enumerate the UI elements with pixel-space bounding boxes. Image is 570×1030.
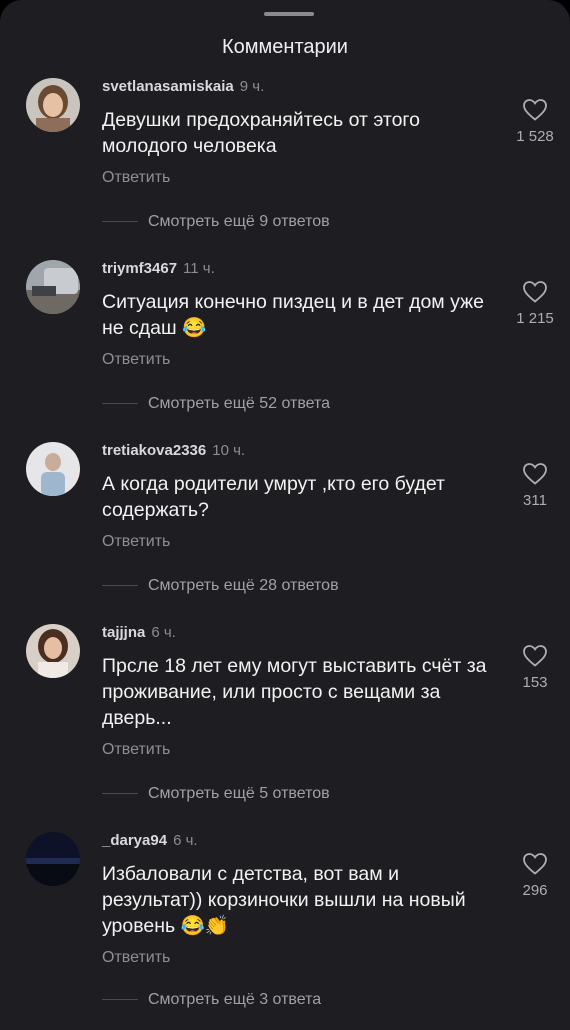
reply-button[interactable]: Ответить bbox=[102, 169, 170, 187]
comment-username[interactable]: tretiakova2336 bbox=[102, 442, 206, 459]
like-count: 296 bbox=[522, 882, 548, 899]
comment-text: Ситуация конечно пиздец и в дет дом уже … bbox=[102, 289, 492, 341]
view-more-label: Смотреть ещё 3 ответа bbox=[148, 991, 322, 1008]
view-more-replies[interactable]: Смотреть ещё 28 ответов bbox=[102, 577, 339, 595]
like-count: 1 215 bbox=[516, 310, 554, 327]
like-count: 311 bbox=[523, 492, 547, 509]
reply-button[interactable]: Ответить bbox=[102, 533, 170, 551]
view-more-label: Смотреть ещё 28 ответов bbox=[148, 577, 339, 594]
divider-line bbox=[102, 221, 138, 223]
comments-sheet: Комментарии svetlanasamiskaia 9 ч. Девушк… bbox=[0, 0, 570, 1030]
heart-icon bbox=[523, 99, 547, 121]
comment-text: Прсле 18 лет ему могут выставить счёт за… bbox=[102, 653, 492, 731]
comment-text-content: Девушки предохраняйтесь от этого молодог… bbox=[102, 109, 420, 157]
divider-line bbox=[102, 403, 138, 405]
comment-text: А когда родители умрут ,кто его будет со… bbox=[102, 471, 492, 523]
sheet-title: Комментарии bbox=[222, 36, 348, 58]
comment-meta: triymf3467 11 ч. bbox=[102, 260, 215, 277]
user-avatar-icon[interactable] bbox=[26, 78, 80, 132]
view-more-label: Смотреть ещё 52 ответа bbox=[148, 395, 331, 412]
view-more-replies[interactable]: Смотреть ещё 9 ответов bbox=[102, 213, 330, 231]
like-button[interactable]: 296 bbox=[505, 852, 565, 899]
like-button[interactable]: 311 bbox=[505, 462, 565, 509]
heart-icon bbox=[523, 853, 547, 875]
user-avatar-icon[interactable] bbox=[26, 624, 80, 678]
like-button[interactable]: 1 528 bbox=[505, 98, 565, 145]
comment-text-content: А когда родители умрут ,кто его будет со… bbox=[102, 473, 445, 521]
heart-icon bbox=[523, 463, 547, 485]
comment-time: 9 ч. bbox=[239, 78, 265, 95]
comment-text-content: Избаловали с детства, вот вам и результа… bbox=[102, 863, 466, 937]
comment-text-content: Ситуация конечно пиздец и в дет дом уже … bbox=[102, 291, 484, 339]
divider-line bbox=[102, 793, 138, 795]
comment-time: 6 ч. bbox=[173, 832, 198, 849]
like-count: 153 bbox=[522, 674, 548, 691]
user-avatar-icon[interactable] bbox=[26, 442, 80, 496]
like-count: 1 528 bbox=[516, 128, 554, 145]
user-avatar-icon[interactable] bbox=[26, 260, 80, 314]
comment-username[interactable]: svetlanasamiskaia bbox=[102, 78, 234, 95]
comment-time: 6 ч. bbox=[151, 624, 176, 641]
laughing-emoji-icon: 😂 bbox=[182, 317, 207, 339]
view-more-label: Смотреть ещё 9 ответов bbox=[148, 213, 330, 230]
comment-username[interactable]: tajjjna bbox=[102, 624, 145, 641]
reply-button[interactable]: Ответить bbox=[102, 351, 170, 369]
drag-handle[interactable] bbox=[264, 12, 314, 16]
comment-meta: svetlanasamiskaia 9 ч. bbox=[102, 78, 264, 95]
divider-line bbox=[102, 585, 138, 587]
comment-text: Избаловали с детства, вот вам и результа… bbox=[102, 861, 492, 939]
comment-username[interactable]: _darya94 bbox=[102, 832, 167, 849]
view-more-replies[interactable]: Смотреть ещё 52 ответа bbox=[102, 395, 330, 413]
comment-meta: _darya94 6 ч. bbox=[102, 832, 198, 849]
laugh-clap-emoji-icon: 😂👏 bbox=[180, 915, 230, 937]
comment-time: 11 ч. bbox=[183, 260, 215, 277]
comment-text-content: Прсле 18 лет ему могут выставить счёт за… bbox=[102, 655, 487, 729]
heart-icon bbox=[523, 281, 547, 303]
like-button[interactable]: 153 bbox=[505, 644, 565, 691]
comment-text: Девушки предохраняйтесь от этого молодог… bbox=[102, 107, 492, 159]
comment-meta: tajjjna 6 ч. bbox=[102, 624, 176, 641]
comment-time: 10 ч. bbox=[212, 442, 246, 459]
divider-line bbox=[102, 999, 138, 1001]
view-more-replies[interactable]: Смотреть ещё 3 ответа bbox=[102, 991, 321, 1009]
reply-button[interactable]: Ответить bbox=[102, 741, 170, 759]
like-button[interactable]: 1 215 bbox=[505, 280, 565, 327]
user-avatar-icon[interactable] bbox=[26, 832, 80, 886]
view-more-label: Смотреть ещё 5 ответов bbox=[148, 785, 330, 802]
comment-meta: tretiakova2336 10 ч. bbox=[102, 442, 245, 459]
comment-username[interactable]: triymf3467 bbox=[102, 260, 177, 277]
heart-icon bbox=[523, 645, 547, 667]
reply-button[interactable]: Ответить bbox=[102, 949, 170, 967]
view-more-replies[interactable]: Смотреть ещё 5 ответов bbox=[102, 785, 330, 803]
